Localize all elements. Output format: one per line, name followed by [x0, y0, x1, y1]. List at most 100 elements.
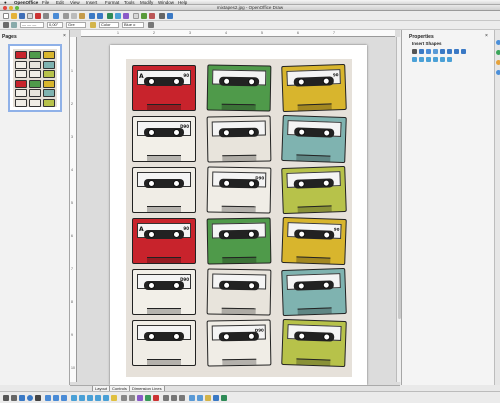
fontwork-icon[interactable]: [123, 13, 129, 19]
transformations-icon[interactable]: [221, 395, 227, 401]
shadow-tool-icon[interactable]: [197, 395, 203, 401]
shadow-icon[interactable]: [148, 22, 154, 28]
page-thumbnail[interactable]: [8, 44, 62, 112]
stars-icon[interactable]: [412, 57, 417, 62]
vertical-ruler[interactable]: 1 2 3 4 5 6 7 8 9 10: [70, 37, 77, 382]
text-tool-icon-bottom[interactable]: [35, 395, 41, 401]
gallery-deck-icon[interactable]: [496, 60, 500, 65]
curve-shape-icon[interactable]: [419, 49, 424, 54]
gallery-tool-icon[interactable]: [153, 395, 159, 401]
callouts-icon[interactable]: [461, 49, 466, 54]
insert-table-icon[interactable]: [107, 13, 113, 19]
area-icon[interactable]: [90, 22, 96, 28]
new-document-icon[interactable]: [3, 13, 9, 19]
points-icon[interactable]: [121, 395, 127, 401]
symbol-shapes-icon[interactable]: [440, 49, 445, 54]
export-pdf-icon[interactable]: [35, 13, 41, 19]
rectangle-tool-icon[interactable]: [19, 395, 25, 401]
horizontal-ruler[interactable]: 1 2 3 4 5 6 7: [81, 30, 395, 37]
symbol-shapes-tool-icon[interactable]: [79, 395, 85, 401]
copy-icon[interactable]: [71, 13, 77, 19]
flowchart-icon[interactable]: [454, 49, 459, 54]
thumbnail-cassette: [15, 89, 27, 97]
paste-icon[interactable]: [79, 13, 85, 19]
three-d-objects-icon[interactable]: [440, 57, 445, 62]
crop-icon[interactable]: [205, 395, 211, 401]
from-file-icon[interactable]: [145, 395, 151, 401]
cut-icon[interactable]: [63, 13, 69, 19]
stars-tool-icon[interactable]: [111, 395, 117, 401]
basic-shapes-icon[interactable]: [433, 49, 438, 54]
cassette-length-label: D90: [180, 124, 189, 129]
thumbnail-cassette: [15, 60, 27, 69]
properties-deck-icon[interactable]: [496, 40, 500, 45]
line-style-select[interactable]: — — —: [20, 22, 44, 28]
block-arrows-icon[interactable]: [447, 49, 452, 54]
drawing-page[interactable]: A 90 90 D90 D90 A 90 90 D90 D90: [110, 45, 367, 385]
filter-icon[interactable]: [213, 395, 219, 401]
cassette-base: [297, 205, 332, 213]
zoom-icon[interactable]: [159, 13, 165, 19]
navigator-deck-icon[interactable]: [496, 70, 500, 75]
text-tool-icon[interactable]: [447, 57, 452, 62]
line-width-field[interactable]: 0,00": [47, 22, 63, 28]
insert-chart-icon[interactable]: [115, 13, 121, 19]
flowchart-tool-icon[interactable]: [95, 395, 101, 401]
select-arrow-icon[interactable]: [3, 395, 9, 401]
rotate-icon[interactable]: [163, 395, 169, 401]
spellcheck-icon[interactable]: [53, 13, 59, 19]
cassette-base: [296, 358, 331, 366]
thumbnail-cassette: [29, 70, 41, 78]
save-icon[interactable]: [19, 13, 25, 19]
hyperlink-icon[interactable]: [133, 13, 139, 19]
close-properties-icon[interactable]: ×: [485, 33, 488, 39]
line-shape-icon[interactable]: [412, 49, 417, 54]
arrow-style-icon[interactable]: [11, 22, 17, 28]
area-style-select[interactable]: Color: [99, 22, 119, 28]
help-icon[interactable]: [167, 13, 173, 19]
ruler-tick-label: 4: [71, 168, 73, 172]
line-tool-icon[interactable]: [11, 395, 17, 401]
styles-deck-icon[interactable]: [496, 50, 500, 55]
print-icon[interactable]: [43, 13, 49, 19]
polygon-icon[interactable]: [433, 57, 438, 62]
navigator-icon[interactable]: [141, 13, 147, 19]
curve-tool-icon[interactable]: [45, 395, 51, 401]
line-color-select[interactable]: Gre: [66, 22, 86, 28]
cassette-length-label: 90: [332, 72, 339, 78]
insert-shapes-heading[interactable]: Insert Shapes: [412, 41, 442, 46]
glue-points-icon[interactable]: [129, 395, 135, 401]
area-color-select[interactable]: Blue o: [122, 22, 144, 28]
ellipse-tool-icon[interactable]: [27, 395, 33, 401]
connector-tool-icon[interactable]: [53, 395, 59, 401]
ruler-tick-label: 3: [189, 31, 191, 35]
line-icon[interactable]: [3, 22, 9, 28]
ruler-tick-label: 7: [333, 31, 335, 35]
basic-shapes-tool-icon[interactable]: [71, 395, 77, 401]
cassette-illustration: D90: [206, 319, 272, 367]
undo-icon[interactable]: [89, 13, 95, 19]
align-icon[interactable]: [171, 395, 177, 401]
connector-icon[interactable]: [426, 49, 431, 54]
ellipse-icon[interactable]: [426, 57, 431, 62]
mixtape-poster-image[interactable]: A 90 90 D90 D90 A 90 90 D90 D90: [126, 59, 352, 377]
edit-file-icon[interactable]: [27, 13, 33, 19]
extrusion-icon[interactable]: [189, 395, 195, 401]
gallery-icon[interactable]: [149, 13, 155, 19]
cassette-base: [147, 206, 181, 212]
close-pages-panel-icon[interactable]: ×: [63, 33, 66, 39]
ruler-tick-label: 1: [71, 69, 73, 73]
fontwork-tool-icon[interactable]: [137, 395, 143, 401]
block-arrows-tool-icon[interactable]: [87, 395, 93, 401]
cassette-illustration: [281, 318, 347, 368]
rectangle-icon[interactable]: [419, 57, 424, 62]
cassette-base: [221, 307, 256, 315]
arrange-icon[interactable]: [179, 395, 185, 401]
open-folder-icon[interactable]: [11, 13, 17, 19]
cassette-reel: [148, 78, 155, 85]
callouts-tool-icon[interactable]: [103, 395, 109, 401]
cassette-reel: [247, 332, 255, 340]
cassette-reel: [173, 231, 180, 238]
redo-icon[interactable]: [97, 13, 103, 19]
lines-arrows-icon[interactable]: [61, 395, 67, 401]
